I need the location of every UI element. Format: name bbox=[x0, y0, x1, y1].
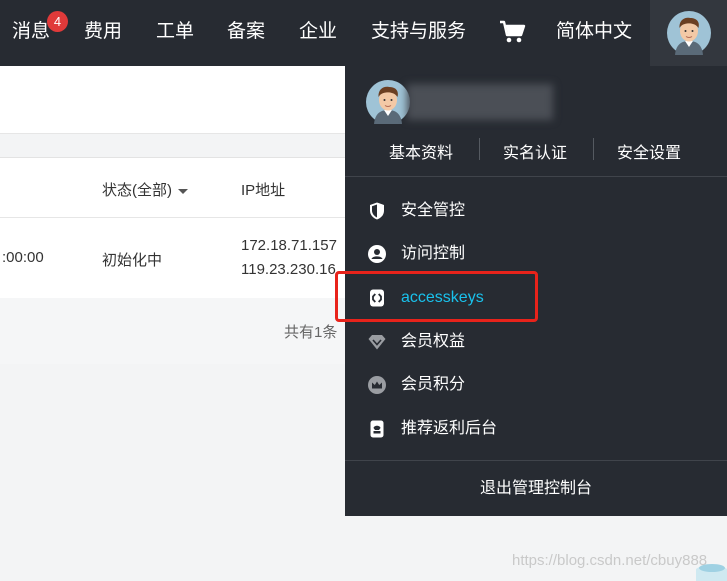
avatar bbox=[366, 80, 410, 124]
accesskeys-icon bbox=[370, 289, 384, 307]
table-footer: 共有1条 bbox=[0, 298, 345, 364]
top-navigation-bar: 消息 4 费用 工单 备案 企业 支持与服务 简体中文 bbox=[0, 0, 727, 66]
diamond-icon bbox=[368, 335, 386, 350]
shield-icon bbox=[370, 202, 384, 220]
menu-item-label: 会员权益 bbox=[401, 333, 466, 350]
link-security-settings[interactable]: 安全设置 bbox=[617, 139, 681, 163]
console-header-panel bbox=[0, 66, 345, 134]
cell-private-ip: 172.18.71.157 bbox=[241, 237, 337, 254]
user-menu-trigger[interactable] bbox=[650, 0, 727, 66]
column-header-ip: IP地址 bbox=[241, 182, 286, 199]
user-circle-icon bbox=[368, 245, 386, 263]
menu-item-label: 安全管控 bbox=[401, 202, 466, 219]
crown-icon bbox=[368, 376, 386, 394]
nav-billing[interactable]: 费用 bbox=[84, 20, 122, 44]
source-watermark: https://blog.csdn.net/cbuy888 bbox=[512, 552, 708, 569]
divider bbox=[479, 138, 480, 160]
caret-down-icon bbox=[178, 188, 188, 194]
link-real-name-verification[interactable]: 实名认证 bbox=[503, 139, 567, 163]
menu-item-referral-rebates[interactable]: 推荐返利后台 bbox=[345, 409, 727, 449]
pager-total: 共有1条 bbox=[284, 324, 338, 341]
nav-tickets[interactable]: 工单 bbox=[156, 20, 194, 44]
menu-item-label: 访问控制 bbox=[401, 245, 466, 262]
menu-item-accesskeys[interactable]: accesskeys bbox=[335, 271, 727, 322]
nav-messages[interactable]: 消息 bbox=[12, 20, 50, 44]
divider bbox=[593, 138, 594, 160]
menu-item-member-points[interactable]: 会员积分 bbox=[345, 365, 727, 405]
blurred-username bbox=[407, 84, 553, 120]
menu-item-label: 推荐返利后台 bbox=[401, 420, 498, 437]
document-icon bbox=[370, 420, 384, 438]
blog-logo-icon bbox=[696, 564, 727, 581]
cart-icon[interactable] bbox=[498, 19, 526, 45]
instance-table: 状态(全部) IP地址 :00:00 初始化中 172.18.71.157 11… bbox=[0, 157, 345, 364]
column-header-status[interactable]: 状态(全部) bbox=[102, 179, 188, 200]
cell-time: :00:00 bbox=[2, 249, 44, 266]
cell-status: 初始化中 bbox=[102, 252, 163, 269]
nav-support-services[interactable]: 支持与服务 bbox=[371, 20, 466, 44]
logout-button[interactable]: 退出管理控制台 bbox=[345, 461, 727, 516]
nav-enterprise[interactable]: 企业 bbox=[299, 20, 337, 44]
menu-item-label: accesskeys bbox=[401, 289, 484, 306]
nav-icp-filing[interactable]: 备案 bbox=[227, 20, 265, 44]
divider bbox=[345, 176, 727, 177]
menu-item-label: 会员积分 bbox=[401, 376, 466, 393]
menu-item-access-control[interactable]: 访问控制 bbox=[345, 234, 727, 274]
cell-public-ip: 119.23.230.16 bbox=[241, 261, 336, 278]
menu-item-security-control[interactable]: 安全管控 bbox=[345, 191, 727, 231]
header-divider bbox=[0, 217, 345, 218]
avatar bbox=[667, 11, 711, 55]
nav-language[interactable]: 简体中文 bbox=[556, 20, 632, 44]
link-basic-profile[interactable]: 基本资料 bbox=[389, 139, 453, 163]
message-count-badge: 4 bbox=[47, 11, 68, 32]
menu-item-member-benefits[interactable]: 会员权益 bbox=[345, 322, 727, 362]
user-dropdown-menu: 基本资料 实名认证 安全设置 安全管控 访问控制 accesskeys 会员权益… bbox=[335, 66, 727, 516]
